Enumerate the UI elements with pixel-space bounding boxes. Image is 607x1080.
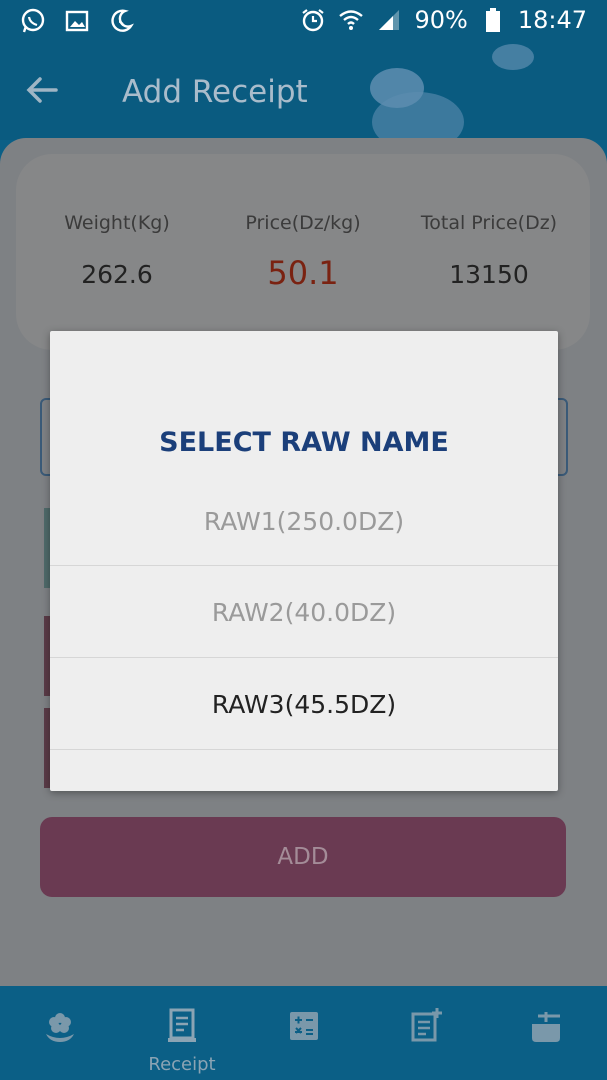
raw-option-3[interactable]: RAW3(45.5DZ) (50, 659, 558, 751)
battery-icon (480, 7, 506, 33)
nav-item-note-add[interactable] (396, 1006, 456, 1066)
nav-item-receipt[interactable]: Receipt (148, 1006, 216, 1075)
gallery-icon (64, 8, 90, 34)
status-bar: 90% 18:47 (0, 0, 607, 44)
note-add-icon (409, 1006, 443, 1050)
raw-option-2[interactable]: RAW2(40.0DZ) (50, 567, 558, 659)
calculator-icon (287, 1006, 321, 1050)
battery-percent: 90% (414, 6, 468, 34)
divider (50, 657, 558, 658)
summary-card: Weight(Kg) 262.6 Price(Dz/kg) 50.1 Total… (16, 154, 590, 350)
raw-option-1[interactable]: RAW1(250.0DZ) (50, 476, 558, 568)
nav-item-label: Receipt (148, 1054, 216, 1075)
receipt-icon (165, 1006, 199, 1050)
nav-item-flower[interactable] (30, 1006, 90, 1066)
price-label: Price(Dz/kg) (245, 212, 361, 234)
dialog-title: SELECT RAW NAME (159, 427, 449, 458)
pot-icon (526, 1006, 566, 1050)
wifi-icon (338, 7, 364, 33)
app-bar: Add Receipt (0, 44, 607, 152)
price-column: Price(Dz/kg) 50.1 (208, 212, 398, 292)
flower-icon (43, 1006, 77, 1050)
divider (50, 749, 558, 750)
do-not-disturb-moon-icon (108, 8, 134, 34)
decorative-bubble (492, 44, 534, 70)
total-value: 13150 (449, 260, 529, 289)
nav-item-pot[interactable] (516, 1006, 576, 1066)
divider (50, 565, 558, 566)
weight-column: Weight(Kg) 262.6 (22, 212, 212, 289)
total-label: Total Price(Dz) (420, 212, 558, 234)
weight-value: 262.6 (81, 260, 153, 289)
whatsapp-icon (20, 8, 46, 34)
add-button[interactable]: ADD (40, 817, 566, 897)
signal-icon (376, 7, 402, 33)
alarm-icon (300, 7, 326, 33)
total-column: Total Price(Dz) 13150 (394, 212, 584, 289)
price-value: 50.1 (267, 254, 339, 292)
page-title: Add Receipt (122, 74, 308, 110)
nav-item-calculator[interactable] (274, 1006, 334, 1066)
select-raw-name-dialog: SELECT RAW NAME RAW1(250.0DZ) RAW2(40.0D… (50, 331, 558, 791)
clock-time: 18:47 (517, 6, 587, 34)
bottom-navigation: Receipt (0, 986, 607, 1080)
weight-label: Weight(Kg) (64, 212, 170, 234)
back-arrow-icon[interactable] (22, 70, 62, 110)
